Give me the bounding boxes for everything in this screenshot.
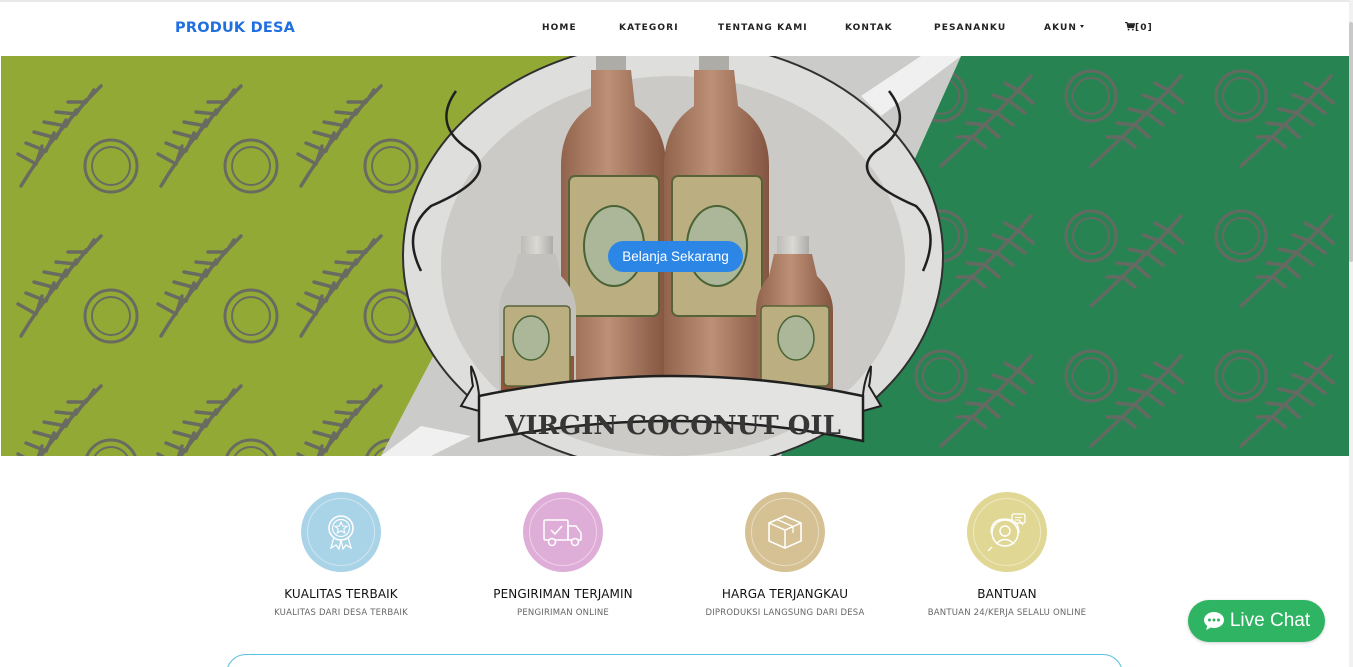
cart-icon (1125, 22, 1135, 31)
package-box-icon (768, 515, 802, 549)
feature-shipping-subtitle: PENGIRIMAN ONLINE (517, 608, 609, 618)
feature-shipping-circle (523, 492, 603, 572)
nav-akun-label: AKUN (1044, 23, 1078, 33)
badge-star-icon (328, 515, 354, 551)
brand-logo[interactable]: PRODUK DESA (175, 20, 295, 36)
caret-down-icon (1080, 25, 1085, 28)
nav-kontak[interactable]: KONTAK (845, 23, 893, 33)
chat-bubble-icon (1203, 612, 1224, 630)
nav-pesananku[interactable]: PESANANKU (934, 23, 1006, 33)
feature-price-title: HARGA TERJANGKAU (721, 587, 849, 601)
feature-price: HARGA TERJANGKAU DIPRODUKSI LANGSUNG DAR… (675, 492, 895, 618)
scrollbar[interactable] (1349, 0, 1353, 667)
nav-home[interactable]: HOME (542, 23, 577, 33)
nav-tentang-kami[interactable]: TENTANG KAMI (718, 23, 808, 33)
feature-support-subtitle: BANTUAN 24/KERJA SELALU ONLINE (927, 608, 1087, 618)
nav-kategori[interactable]: KATEGORI (619, 23, 679, 33)
delivery-truck-icon (543, 519, 582, 547)
shop-now-button[interactable]: Belanja Sekarang (608, 241, 743, 272)
cart-count: [0] (1135, 23, 1153, 33)
nav-akun-dropdown[interactable]: AKUN (1044, 23, 1085, 33)
hero-banner: VIRGIN COCONUT OIL Belanja Sekarang (1, 56, 1349, 456)
feature-shipping-title: PENGIRIMAN TERJAMIN (493, 587, 633, 601)
feature-quality: KUALITAS TERBAIK KUALITAS DARI DESA TERB… (231, 492, 451, 618)
live-chat-label: Live Chat (1229, 610, 1311, 631)
feature-quality-title: KUALITAS TERBAIK (284, 587, 398, 601)
navbar: PRODUK DESA HOME KATEGORI TENTANG KAMI K… (0, 2, 1349, 56)
live-chat-button[interactable]: Live Chat (1188, 600, 1325, 642)
support-agent-icon (987, 513, 1026, 552)
feature-price-circle (745, 492, 825, 572)
feature-support: BANTUAN BANTUAN 24/KERJA SELALU ONLINE (897, 492, 1117, 618)
feature-shipping: PENGIRIMAN TERJAMIN PENGIRIMAN ONLINE (453, 492, 673, 618)
feature-quality-subtitle: KUALITAS DARI DESA TERBAIK (274, 608, 408, 618)
feature-support-title: BANTUAN (977, 587, 1037, 601)
feature-quality-circle (301, 492, 381, 572)
feature-price-subtitle: DIPRODUKSI LANGSUNG DARI DESA (705, 608, 865, 618)
feature-support-circle (967, 492, 1047, 572)
page: PRODUK DESA HOME KATEGORI TENTANG KAMI K… (0, 0, 1353, 667)
nav-cart[interactable]: [0] (1125, 22, 1153, 33)
scrollbar-thumb[interactable] (1349, 22, 1353, 262)
next-section-box (226, 654, 1123, 667)
